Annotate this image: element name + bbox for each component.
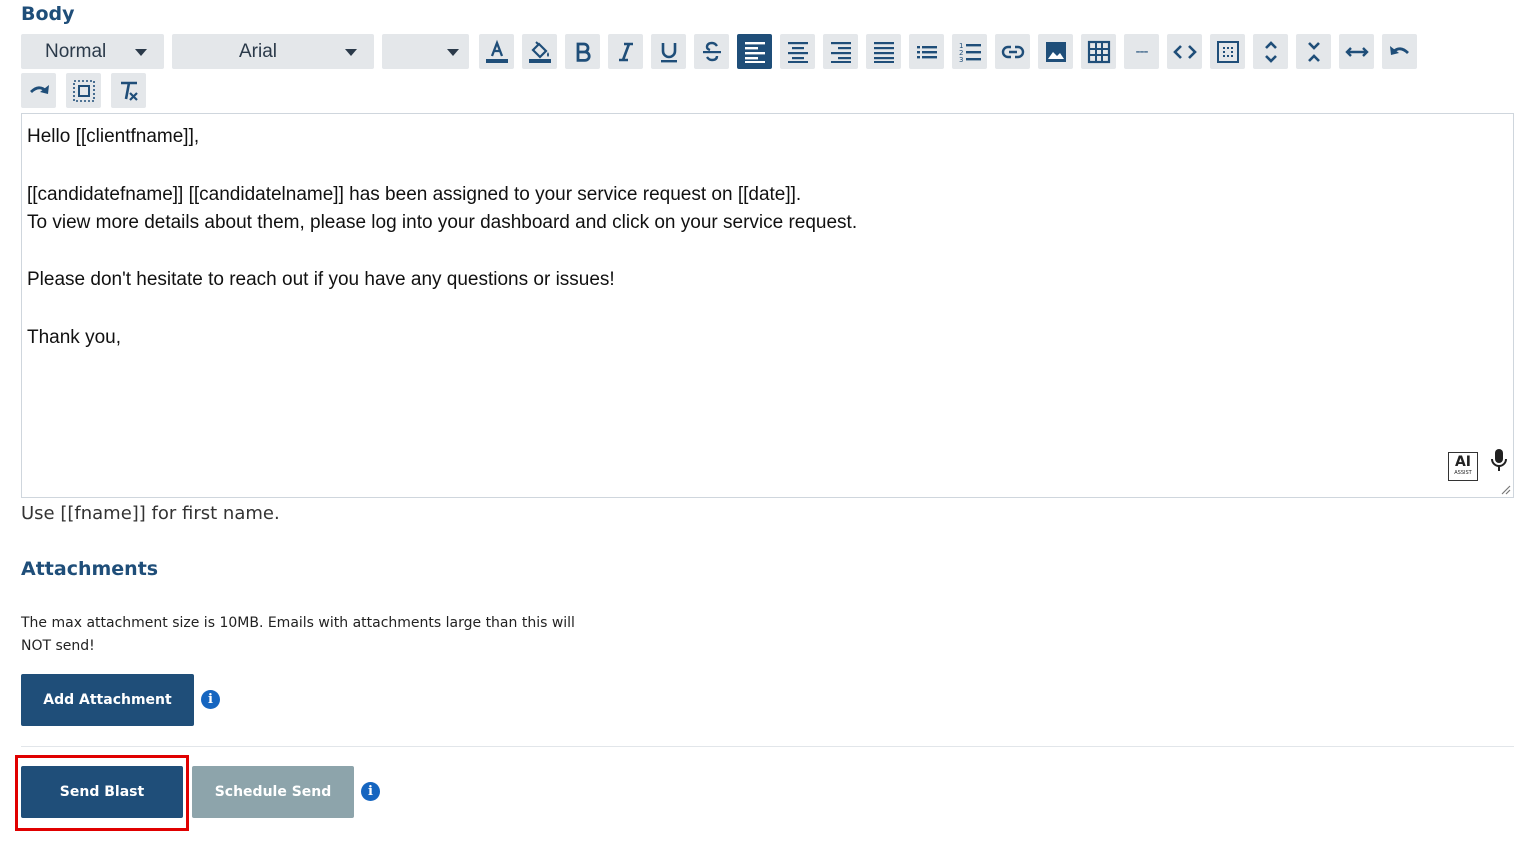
editor-line: Thank you,: [27, 327, 121, 348]
attachments-section-title: Attachments: [21, 558, 159, 580]
attachment-size-note: The max attachment size is 10MB. Emails …: [21, 615, 575, 654]
redo-button[interactable]: [21, 73, 56, 108]
select-button[interactable]: [66, 73, 101, 108]
ai-assist-sublabel: ASSIST: [1454, 470, 1472, 476]
full-width-icon: [1344, 46, 1369, 57]
align-left-button[interactable]: [737, 34, 772, 69]
bold-button[interactable]: [565, 34, 600, 69]
align-justify-button[interactable]: [866, 34, 901, 69]
link-button[interactable]: [995, 34, 1030, 69]
editor-line: Please don't hesitate to reach out if yo…: [27, 269, 615, 290]
font-family-value: Arial: [238, 40, 277, 62]
chevron-down-icon: [447, 49, 459, 56]
align-right-icon: [830, 41, 851, 63]
full-width-button[interactable]: [1339, 34, 1374, 69]
align-justify-icon: [873, 41, 894, 63]
align-center-icon: [787, 41, 808, 63]
resize-handle-icon[interactable]: [1499, 483, 1511, 495]
underline-button[interactable]: [651, 34, 686, 69]
editor-line: To view more details about them, please …: [27, 212, 858, 233]
select-all-icon: [1216, 40, 1239, 63]
send-blast-highlight: [15, 755, 189, 831]
table-icon: [1087, 40, 1110, 63]
link-icon: [1001, 45, 1024, 58]
info-icon[interactable]: i: [201, 690, 220, 709]
expand-button[interactable]: [1253, 34, 1288, 69]
ai-assist-button[interactable]: AI ASSIST: [1448, 452, 1478, 481]
clear-formatting-button[interactable]: [111, 73, 146, 108]
select-all-button[interactable]: [1210, 34, 1245, 69]
svg-text:3: 3: [959, 56, 963, 64]
clear-formatting-icon: [120, 81, 138, 101]
editor-line: Hello [[clientfname]],: [27, 126, 200, 147]
background-color-button[interactable]: [522, 34, 557, 69]
body-section-title: Body: [21, 3, 75, 25]
info-icon[interactable]: i: [361, 782, 380, 801]
email-body-editor[interactable]: Hello [[clientfname]], [[candidatefname]…: [21, 113, 1514, 498]
bulleted-list-button[interactable]: [909, 34, 944, 69]
horizontal-rule-button[interactable]: ---: [1124, 34, 1159, 69]
expand-icon: [1264, 40, 1277, 63]
horizontal-rule-icon: ---: [1135, 43, 1149, 60]
code-view-icon: [1172, 44, 1197, 59]
add-attachment-button[interactable]: Add Attachment: [21, 674, 194, 726]
font-color-button[interactable]: [479, 34, 514, 69]
paragraph-style-value: Normal: [45, 40, 107, 62]
font-family-select[interactable]: Arial: [172, 34, 374, 69]
numbered-list-icon: 123: [959, 42, 981, 64]
collapse-icon: [1307, 41, 1320, 62]
select-icon: [72, 79, 95, 102]
table-button[interactable]: [1081, 34, 1116, 69]
align-right-button[interactable]: [823, 34, 858, 69]
italic-button[interactable]: [608, 34, 643, 69]
schedule-send-button[interactable]: Schedule Send: [192, 766, 354, 818]
underline-icon: [660, 42, 677, 62]
chevron-down-icon: [135, 49, 147, 56]
paragraph-style-select[interactable]: Normal: [21, 34, 164, 69]
merge-field-hint: Use [[fname]] for first name.: [21, 503, 280, 524]
numbered-list-button[interactable]: 123: [952, 34, 987, 69]
bold-icon: [576, 42, 591, 62]
image-icon: [1045, 41, 1066, 62]
font-color-icon: [485, 39, 508, 63]
microphone-icon[interactable]: [1488, 448, 1510, 474]
redo-icon: [29, 84, 49, 94]
align-left-icon: [744, 41, 765, 63]
strikethrough-button[interactable]: [694, 34, 729, 69]
undo-button[interactable]: [1382, 34, 1417, 69]
bulleted-list-icon: [916, 45, 937, 58]
collapse-button[interactable]: [1296, 34, 1331, 69]
align-center-button[interactable]: [780, 34, 815, 69]
chevron-down-icon: [345, 49, 357, 56]
divider: [21, 746, 1514, 747]
strikethrough-icon: [702, 41, 721, 61]
editor-toolbar-row-2: [21, 73, 146, 108]
ai-assist-label: AI: [1454, 454, 1472, 470]
code-view-button[interactable]: [1167, 34, 1202, 69]
background-color-icon: [528, 40, 551, 63]
editor-toolbar: Normal Arial 123 ---: [21, 34, 1417, 69]
image-button[interactable]: [1038, 34, 1073, 69]
editor-line: [[candidatefname]] [[candidatelname]] ha…: [27, 184, 802, 205]
undo-icon: [1389, 45, 1409, 55]
font-size-select[interactable]: [382, 34, 469, 69]
italic-icon: [618, 42, 633, 61]
